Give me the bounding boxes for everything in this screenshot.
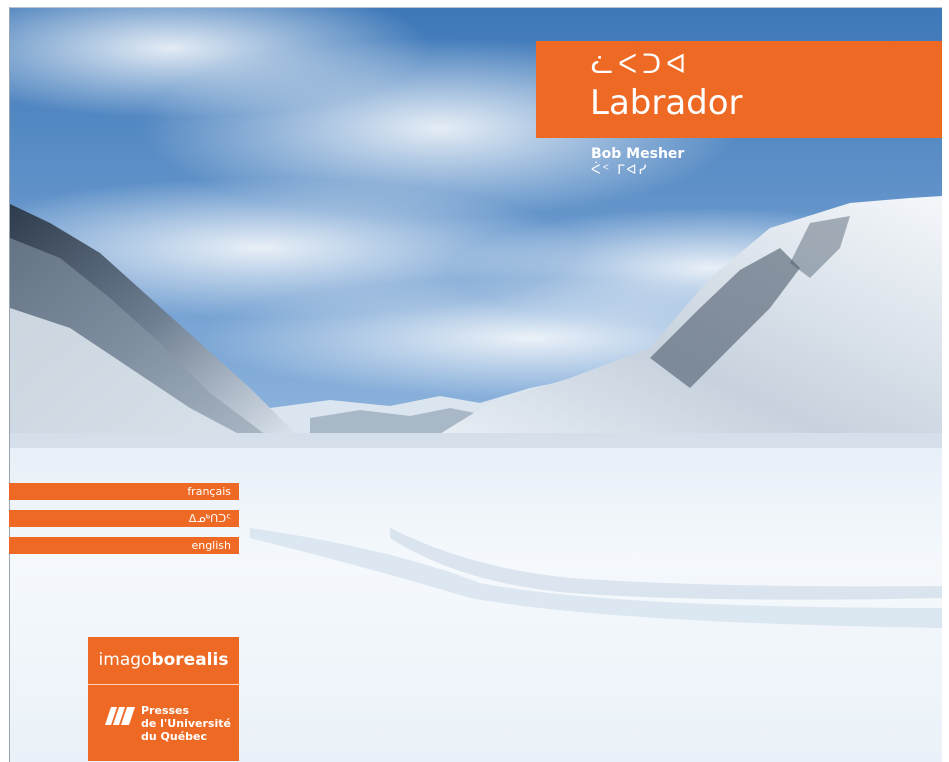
language-button-francais[interactable]: français bbox=[9, 483, 239, 500]
title-syllabics: ᓛᐸᑐᐊ bbox=[591, 50, 692, 80]
book-title: Labrador bbox=[590, 83, 743, 123]
publisher-line-2: de l'Université bbox=[141, 717, 231, 730]
publisher-name: Presses de l'Université du Québec bbox=[141, 704, 231, 743]
series-name-bold: borealis bbox=[151, 650, 229, 670]
title-banner: ᓛᐸᑐᐊ Labrador bbox=[536, 41, 942, 138]
series-name-light: imago bbox=[98, 650, 152, 670]
publisher-line-3: du Québec bbox=[141, 730, 208, 743]
author-name: Bob Mesher bbox=[591, 146, 685, 162]
language-button-english[interactable]: english bbox=[9, 537, 239, 554]
puq-logo-icon bbox=[105, 707, 135, 725]
cover-page: ᓛᐸᑐᐊ Labrador Bob Mesher ᐹᑉ ᒥᐊᓯ français… bbox=[0, 0, 949, 762]
language-button-inuktitut[interactable]: ᐃᓄᒃᑎᑐᑦ bbox=[9, 510, 239, 527]
logo-divider bbox=[88, 684, 239, 685]
author-name-syllabics: ᐹᑉ ᒥᐊᓯ bbox=[591, 163, 649, 178]
publisher-logo-block[interactable]: imagoborealis Presses de l'Université du… bbox=[88, 637, 239, 761]
publisher-line-1: Presses bbox=[141, 704, 190, 717]
imago-borealis-logo: imagoborealis bbox=[88, 637, 239, 683]
